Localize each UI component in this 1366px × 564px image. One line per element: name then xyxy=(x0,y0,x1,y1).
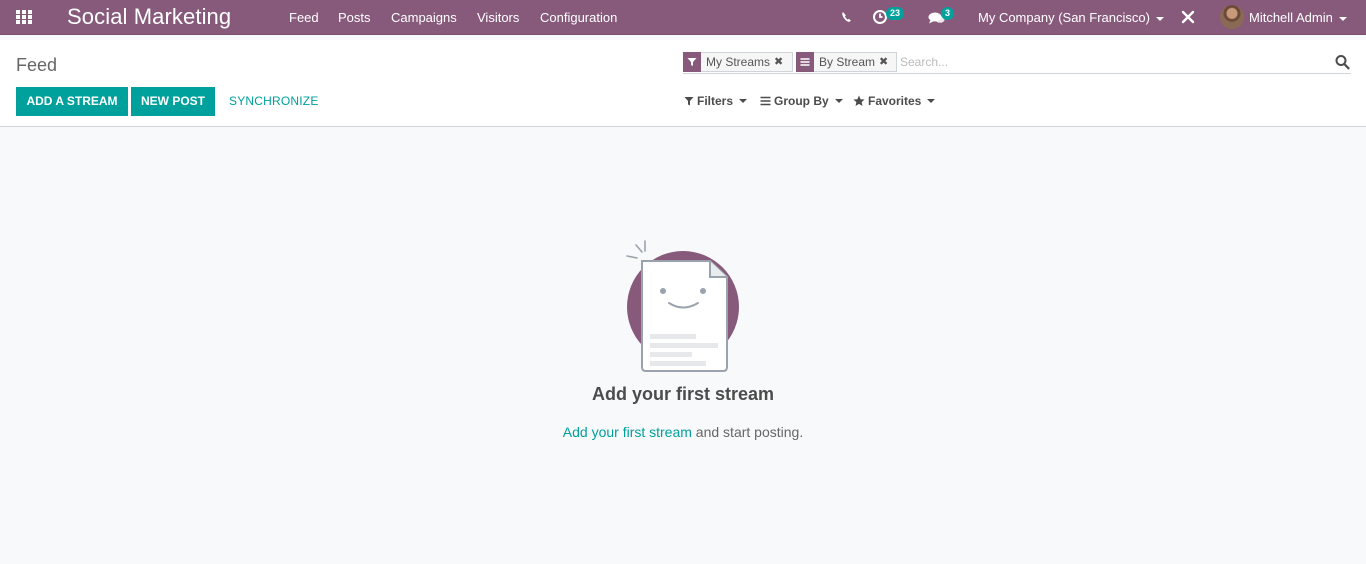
messages-icon[interactable]: 3 xyxy=(927,7,959,27)
add-stream-button[interactable]: ADD A STREAM xyxy=(16,87,128,116)
message-count-badge: 3 xyxy=(941,7,955,20)
filters-dropdown[interactable]: Filters xyxy=(684,94,748,108)
top-navbar: Social Marketing Feed Posts Campaigns Vi… xyxy=(0,0,1366,35)
user-menu[interactable]: Mitchell Admin xyxy=(1249,10,1347,25)
favorites-label: Favorites xyxy=(868,94,922,108)
control-panel: Feed ADD A STREAM NEW POST SYNCHRONIZE M… xyxy=(0,40,1366,127)
star-icon xyxy=(853,95,865,106)
apps-menu-icon[interactable] xyxy=(16,10,34,26)
search-input[interactable] xyxy=(900,53,1320,71)
menu-configuration[interactable]: Configuration xyxy=(540,10,617,25)
helper-title: Add your first stream xyxy=(591,384,775,404)
facet-my-streams: My Streams ✖ xyxy=(683,52,793,72)
chevron-down-icon xyxy=(739,99,748,103)
app-title[interactable]: Social Marketing xyxy=(67,5,231,29)
filter-icon xyxy=(684,97,694,106)
favorites-dropdown[interactable]: Favorites xyxy=(853,94,936,108)
company-switcher[interactable]: My Company (San Francisco) xyxy=(978,10,1164,25)
facet-by-stream: By Stream ✖ xyxy=(796,52,897,72)
facet-label: My Streams xyxy=(706,55,771,69)
activity-count-badge: 23 xyxy=(886,7,905,20)
chevron-down-icon xyxy=(834,99,843,103)
remove-facet-icon[interactable]: ✖ xyxy=(879,53,892,71)
chevron-down-icon xyxy=(1338,16,1347,21)
filter-icon xyxy=(683,52,701,72)
empty-document-illustration-icon xyxy=(620,239,750,379)
search-icon[interactable] xyxy=(1335,54,1350,70)
company-name: My Company (San Francisco) xyxy=(978,10,1150,25)
user-name: Mitchell Admin xyxy=(1249,10,1333,25)
chevron-down-icon xyxy=(1155,16,1164,21)
menu-posts[interactable]: Posts xyxy=(338,10,371,25)
synchronize-button[interactable]: SYNCHRONIZE xyxy=(219,87,327,116)
group-icon xyxy=(796,52,814,72)
group-by-dropdown[interactable]: Group By xyxy=(760,94,843,108)
add-first-stream-link[interactable]: Add your first stream xyxy=(563,424,692,440)
search-bar: My Streams ✖ By Stream ✖ xyxy=(683,51,1351,74)
remove-facet-icon[interactable]: ✖ xyxy=(774,53,787,71)
user-avatar[interactable] xyxy=(1220,5,1244,29)
debug-tools-icon[interactable] xyxy=(1181,7,1195,27)
group-by-label: Group By xyxy=(774,94,829,108)
new-post-button[interactable]: NEW POST xyxy=(131,87,215,116)
menu-feed[interactable]: Feed xyxy=(289,10,319,25)
list-icon xyxy=(760,96,771,106)
chevron-down-icon xyxy=(927,99,936,103)
empty-state: Add your first stream Add your first str… xyxy=(0,127,1366,564)
menu-visitors[interactable]: Visitors xyxy=(477,10,519,25)
activity-clock-icon[interactable]: 23 xyxy=(872,7,912,27)
helper-text-suffix: and start posting. xyxy=(691,424,804,440)
filters-label: Filters xyxy=(697,94,734,108)
menu-campaigns[interactable]: Campaigns xyxy=(391,10,457,25)
breadcrumb: Feed xyxy=(16,55,58,75)
phone-icon[interactable] xyxy=(840,7,854,27)
facet-label: By Stream xyxy=(819,55,876,69)
helper-text: Add your first stream and start posting. xyxy=(0,423,1366,441)
